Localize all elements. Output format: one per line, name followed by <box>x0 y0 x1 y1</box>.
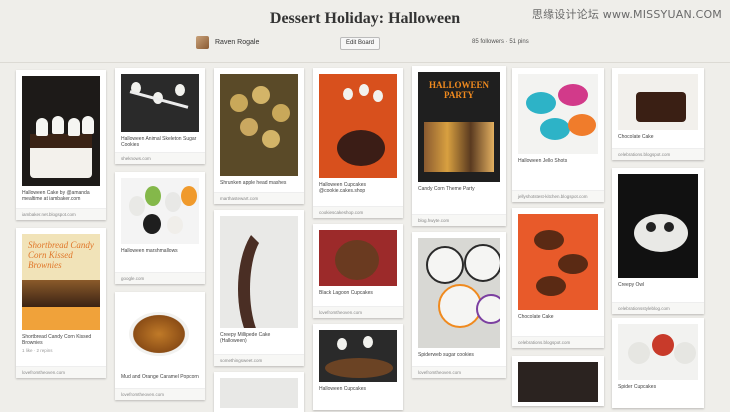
board-title: Dessert Holiday: Halloween <box>269 10 461 27</box>
pin-image[interactable]: Shortbread Candy Corn Kissed Brownies <box>22 234 100 330</box>
pin-image[interactable] <box>618 174 698 278</box>
pin-caption: Halloween Cake by @amanda mealtime at ia… <box>22 190 90 202</box>
pin-source[interactable]: celebrations.blogspot.com <box>612 148 704 160</box>
pin-caption: Creepy Millipede Cake (Halloween) <box>220 332 271 344</box>
pin-image[interactable]: HALLOWEEN PARTY <box>418 72 500 182</box>
pin-source[interactable]: celebrationsstyleblog.com <box>612 302 704 314</box>
pin[interactable]: Shrunken apple head mashes marthastewart… <box>214 68 304 204</box>
pin-image[interactable] <box>220 74 298 176</box>
avatar[interactable] <box>196 36 209 49</box>
pin[interactable]: Spider Cupcakes <box>612 318 704 408</box>
pin-image[interactable] <box>121 74 199 132</box>
pin-caption: Halloween marshmallows <box>121 248 178 254</box>
pin-source[interactable]: lovefromtheoven.com <box>313 306 403 318</box>
pin-source[interactable]: somethingsweet.com <box>214 354 304 366</box>
pin-caption: Shortbread Candy Corn Kissed Brownies <box>22 334 92 346</box>
pin-image[interactable] <box>319 74 397 178</box>
pin-caption: Creepy Owl <box>618 282 645 288</box>
pin-caption: Mud and Orange Caramel Popcorn <box>121 374 199 380</box>
pin-source[interactable]: jellyshotstest-kitchen.blogspot.com <box>512 190 604 202</box>
pin-source[interactable]: lovefromtheoven.com <box>412 366 506 378</box>
board-stats: 85 followers · 51 pins <box>472 39 529 45</box>
pin-image[interactable] <box>121 298 199 370</box>
pin-image[interactable] <box>418 238 500 348</box>
pin[interactable]: Halloween Cupcakes <box>313 324 403 410</box>
pin-image[interactable] <box>220 216 298 328</box>
pin-image[interactable] <box>319 230 397 286</box>
pin[interactable]: Halloween Cake by @amanda mealtime at ia… <box>16 70 106 220</box>
pin[interactable]: Halloween Cupcakes @cookie.cakes.shop co… <box>313 68 403 218</box>
pin[interactable]: Creepy Owl celebrationsstyleblog.com <box>612 168 704 314</box>
pin-caption: Spider Cupcakes <box>618 384 657 390</box>
pin[interactable]: Chocolate Cake celebrations.blogspot.com <box>512 208 604 348</box>
pin-image[interactable] <box>319 330 397 382</box>
pin-source[interactable]: cookiescakeshop.com <box>313 206 403 218</box>
pin-source[interactable]: sheknows.com <box>115 152 205 164</box>
pin[interactable]: Chocolate Cake celebrations.blogspot.com <box>612 68 704 160</box>
pin[interactable]: Halloween marshmallows google.com <box>115 172 205 284</box>
pin[interactable]: Shortbread Candy Corn Kissed Brownies Sh… <box>16 228 106 378</box>
pin[interactable]: Mud and Orange Caramel Popcorn lovefromt… <box>115 292 205 400</box>
edit-board-button[interactable]: Edit Board <box>340 37 380 50</box>
pin-source[interactable]: lovefromtheoven.com <box>16 366 106 378</box>
pin[interactable]: Spiderweb sugar cookies lovefromtheoven.… <box>412 232 506 378</box>
pin-source[interactable]: lovefromtheoven.com <box>115 388 205 400</box>
pin-source[interactable]: iambaker.net.blogspot.com <box>16 208 106 220</box>
pin-caption: Shrunken apple head mashes <box>220 180 287 186</box>
pin-image-title: Shortbread Candy Corn Kissed Brownies <box>28 240 94 270</box>
board-header: Dessert Holiday: Halloween Raven Rogale … <box>0 0 730 66</box>
pin-image[interactable] <box>618 74 698 130</box>
pin-image[interactable] <box>121 178 199 244</box>
pin[interactable]: Halloween Jello Shots jellyshotstest-kit… <box>512 68 604 202</box>
pin[interactable]: Black Lagoon Cupcakes lovefromtheoven.co… <box>313 224 403 318</box>
pin-caption: Chocolate Cake <box>518 314 554 320</box>
pin-source[interactable]: marthastewart.com <box>214 192 304 204</box>
owner-name[interactable]: Raven Rogale <box>215 39 259 46</box>
pin-caption: Black Lagoon Cupcakes <box>319 290 373 296</box>
pin-image[interactable] <box>518 74 598 154</box>
board-owner[interactable]: Raven Rogale <box>196 36 259 49</box>
pin-caption: Halloween Cupcakes <box>319 386 366 392</box>
pin-image-title: HALLOWEEN PARTY <box>428 80 489 100</box>
pin-image[interactable] <box>220 378 298 408</box>
pin-image[interactable] <box>22 76 100 186</box>
pin-source[interactable]: celebrations.blogspot.com <box>512 336 604 348</box>
pin[interactable] <box>214 372 304 412</box>
pin[interactable] <box>512 356 604 406</box>
pin-source[interactable]: google.com <box>115 272 205 284</box>
pin[interactable]: Creepy Millipede Cake (Halloween) someth… <box>214 210 304 366</box>
pin[interactable]: HALLOWEEN PARTY Candy Corn Theme Party b… <box>412 66 506 226</box>
pin[interactable]: Halloween Animal Skeleton Sugar Cookies … <box>115 68 205 164</box>
pin-caption: Chocolate Cake <box>618 134 654 140</box>
pin-image[interactable] <box>518 362 598 402</box>
pin-caption: Spiderweb sugar cookies <box>418 352 474 358</box>
pin-image[interactable] <box>618 324 698 380</box>
pin-image[interactable] <box>518 214 598 310</box>
pin-caption: Halloween Cupcakes @cookie.cakes.shop <box>319 182 366 194</box>
header-divider <box>0 62 730 63</box>
pin-caption: Halloween Jello Shots <box>518 158 568 164</box>
pin-repins: 1 like · 2 repins <box>22 348 53 353</box>
pin-caption: Halloween Animal Skeleton Sugar Cookies <box>121 136 197 148</box>
pin-caption: Candy Corn Theme Party <box>418 186 475 192</box>
pin-source[interactable]: blog.hwyte.com <box>412 214 506 226</box>
